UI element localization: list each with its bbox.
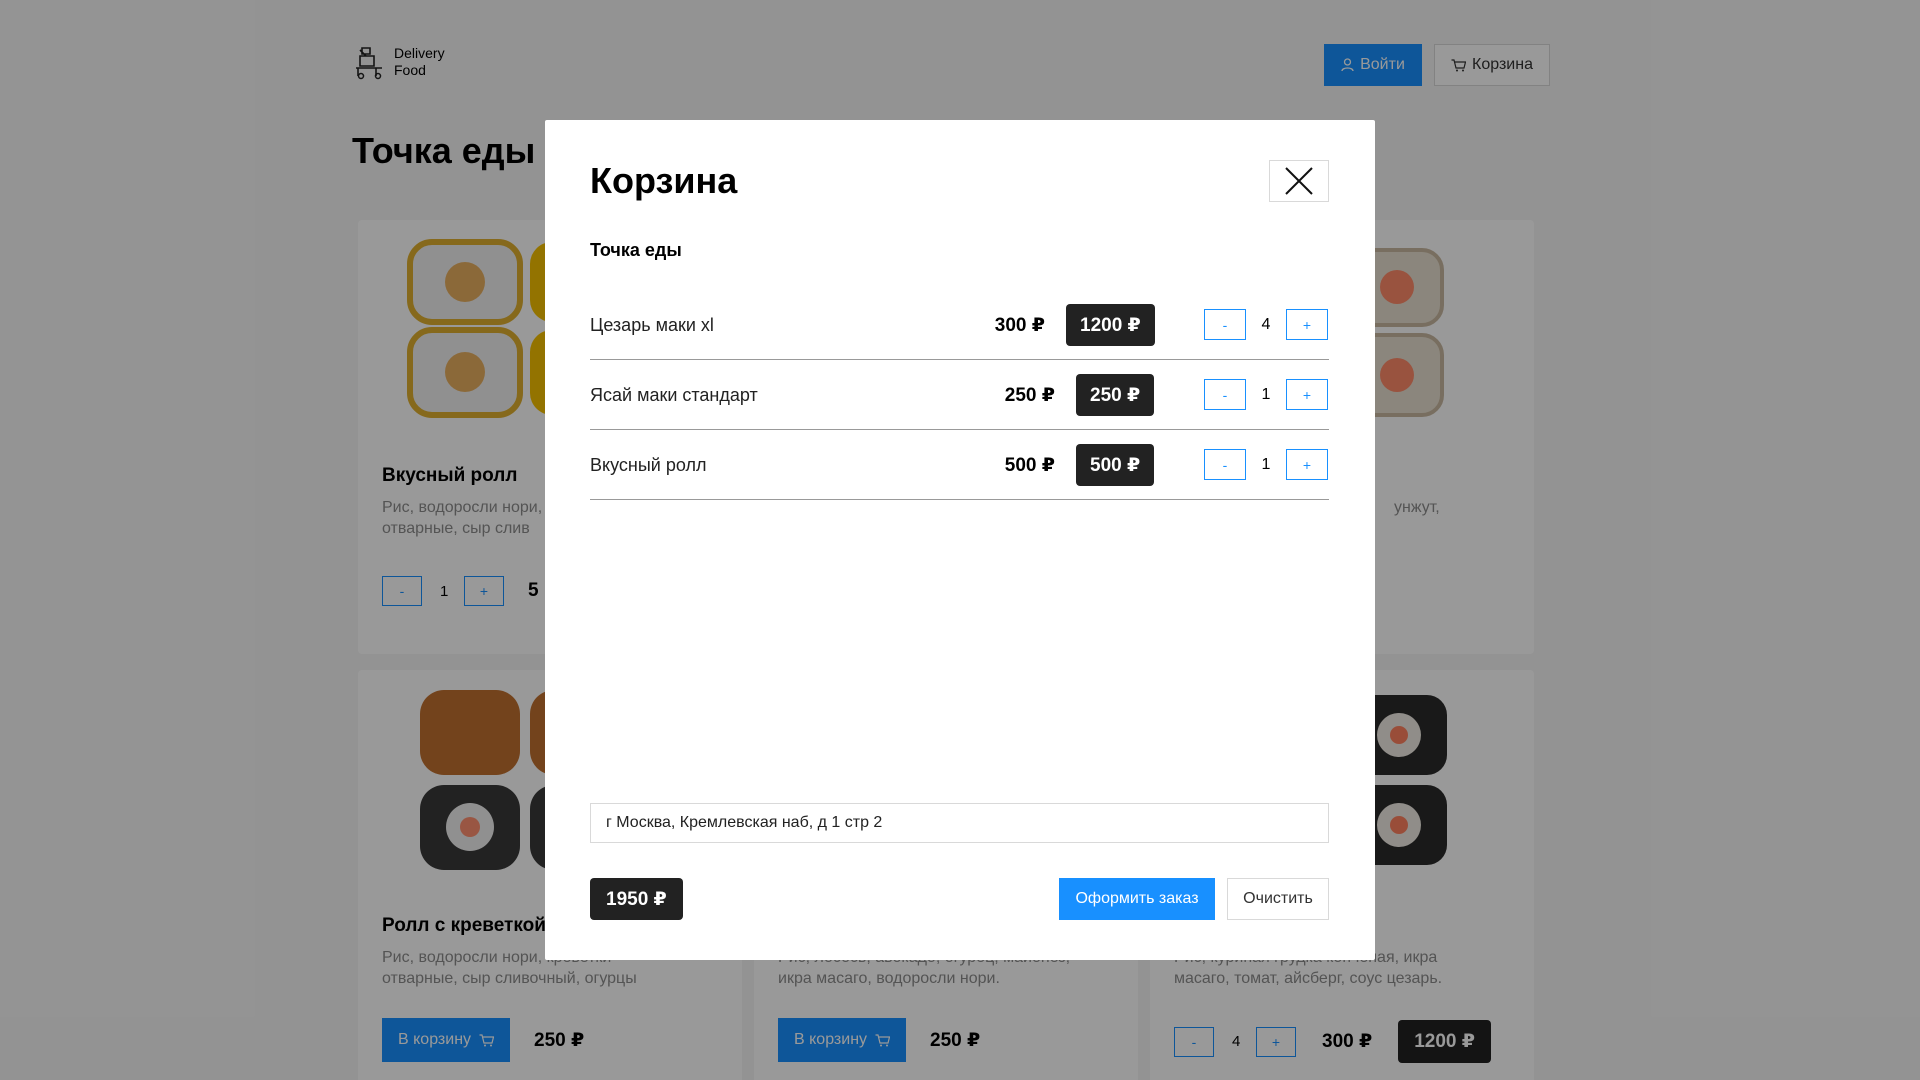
quantity-stepper: - 1 + bbox=[1204, 449, 1328, 480]
quantity-stepper: - 4 + bbox=[1204, 309, 1328, 340]
cart-item-price: 500 ₽ bbox=[1004, 454, 1055, 476]
cart-modal: Корзина Точка еды Цезарь маки xl 300 ₽ 1… bbox=[545, 120, 1375, 960]
decrement-button[interactable]: - bbox=[1204, 449, 1246, 480]
cart-item-row: Вкусный ролл 500 ₽ 500 ₽ - 1 + bbox=[590, 430, 1329, 500]
increment-button[interactable]: + bbox=[1286, 379, 1328, 410]
close-button[interactable] bbox=[1269, 160, 1329, 202]
restaurant-name: Точка еды bbox=[590, 240, 682, 260]
cart-item-total: 500 ₽ bbox=[1076, 444, 1155, 486]
quantity-value: 1 bbox=[1261, 455, 1271, 473]
cart-items: Цезарь маки xl 300 ₽ 1200 ₽ - 4 + Ясай м… bbox=[590, 290, 1329, 500]
increment-button[interactable]: + bbox=[1286, 309, 1328, 340]
order-total: 1950 ₽ bbox=[590, 878, 683, 920]
quantity-value: 1 bbox=[1261, 385, 1271, 403]
quantity-stepper: - 1 + bbox=[1204, 379, 1328, 410]
cart-item-row: Цезарь маки xl 300 ₽ 1200 ₽ - 4 + bbox=[590, 290, 1329, 360]
quantity-value: 4 bbox=[1261, 315, 1271, 333]
cart-item-total: 1200 ₽ bbox=[1066, 304, 1155, 346]
close-icon bbox=[1285, 167, 1313, 195]
cart-item-name: Вкусный ролл bbox=[590, 454, 707, 475]
modal-title: Корзина bbox=[590, 160, 738, 201]
decrement-button[interactable]: - bbox=[1204, 379, 1246, 410]
cart-item-price: 250 ₽ bbox=[1004, 384, 1055, 406]
clear-cart-button[interactable]: Очистить bbox=[1227, 878, 1329, 920]
decrement-button[interactable]: - bbox=[1204, 309, 1246, 340]
cart-item-price: 300 ₽ bbox=[994, 314, 1045, 336]
place-order-button[interactable]: Оформить заказ bbox=[1059, 878, 1215, 920]
cart-item-name: Цезарь маки xl bbox=[590, 314, 714, 335]
increment-button[interactable]: + bbox=[1286, 449, 1328, 480]
cart-item-name: Ясай маки стандарт bbox=[590, 384, 758, 405]
cart-item-row: Ясай маки стандарт 250 ₽ 250 ₽ - 1 + bbox=[590, 360, 1329, 430]
cart-item-total: 250 ₽ bbox=[1076, 374, 1155, 416]
address-field[interactable] bbox=[590, 803, 1329, 843]
